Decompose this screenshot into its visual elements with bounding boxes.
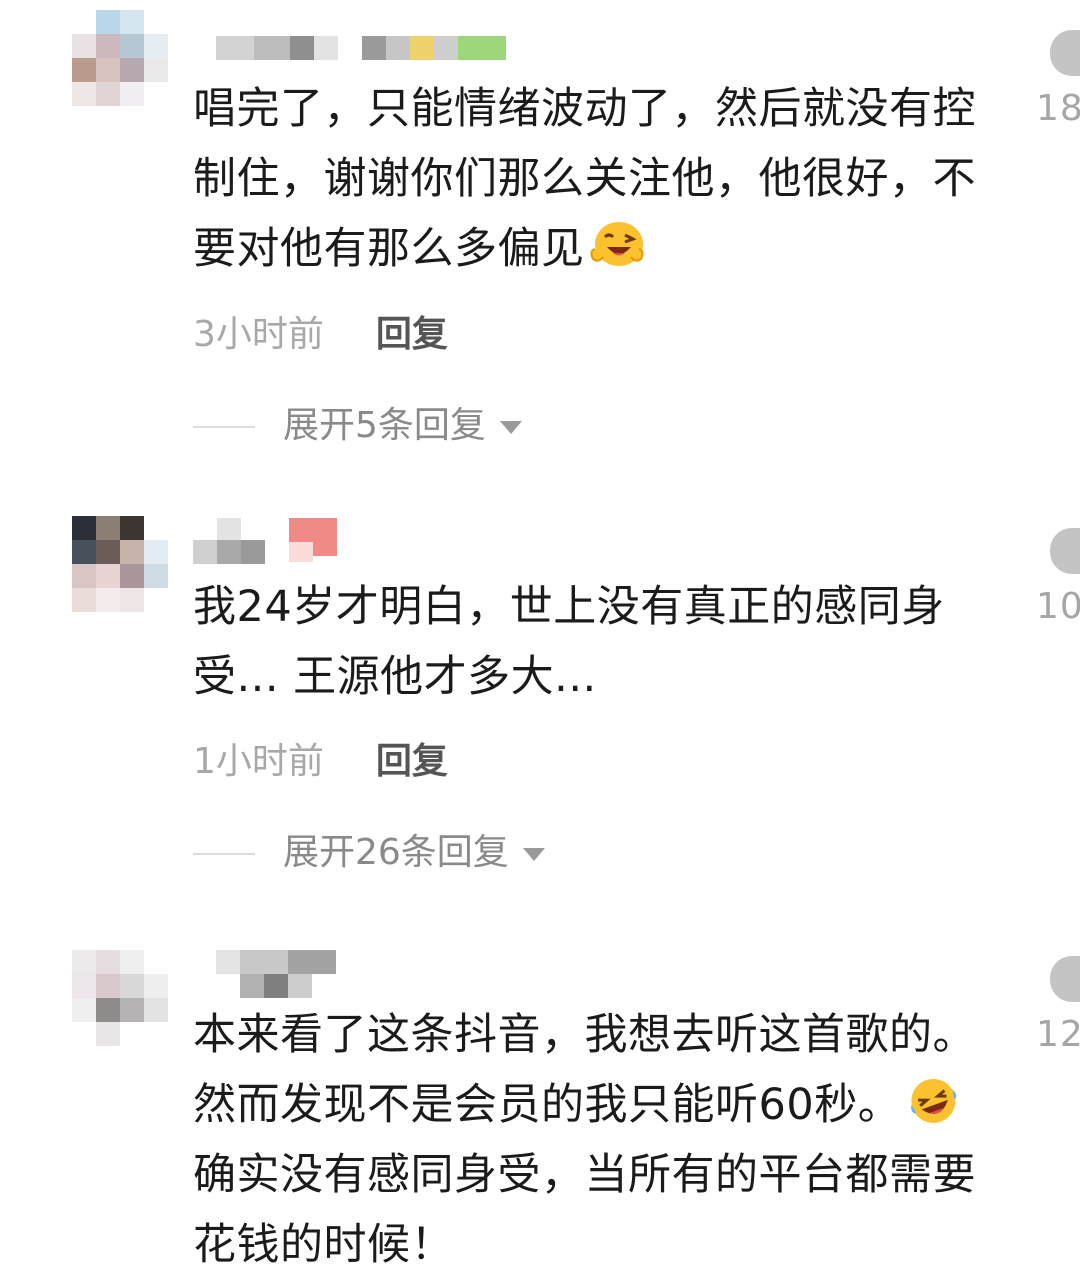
like-count: 10 xyxy=(1036,586,1080,627)
avatar[interactable] xyxy=(72,950,172,1050)
comment-meta: 3小时前 回复 xyxy=(193,313,448,357)
divider-line xyxy=(193,426,255,428)
comment-item: 唱完了，只能情绪波动了，然后就没有控制住，谢谢你们那么关注他，他很好，不要对他有… xyxy=(0,0,1080,500)
comment-text-part1: 本来看了这条抖音，我想去听这首歌的。然而发现不是会员的我只能听60秒。 xyxy=(193,1010,976,1130)
comment-time: 3小时前 xyxy=(193,314,324,355)
expand-replies-button[interactable]: 展开5条回复 xyxy=(193,404,522,448)
heart-icon xyxy=(1050,528,1080,574)
comment-meta: 1小时前 回复 xyxy=(193,740,448,784)
reply-button[interactable]: 回复 xyxy=(376,314,448,355)
like-count: 18 xyxy=(1036,88,1080,129)
rofl-emoji-icon xyxy=(903,1075,963,1125)
comment-item: 我24岁才明白，世上没有真正的感同身受... 王源他才多大... 1小时前 回复 … xyxy=(0,500,1080,930)
heart-icon xyxy=(1050,30,1080,76)
avatar[interactable] xyxy=(72,516,172,616)
comment-text-part2: 确实没有感同身受，当所有的平台都需要花钱的时候！ xyxy=(193,1150,976,1270)
username-blurred[interactable] xyxy=(216,36,506,60)
comment-item: 本来看了这条抖音，我想去听这首歌的。然而发现不是会员的我只能听60秒。确实没有感… xyxy=(0,930,1080,1285)
username-blurred[interactable] xyxy=(193,518,339,564)
expand-replies-label: 展开5条回复 xyxy=(283,405,486,446)
comment-text-content: 唱完了，只能情绪波动了，然后就没有控制住，谢谢你们那么关注他，他很好，不要对他有… xyxy=(193,84,976,274)
divider-line xyxy=(193,853,255,855)
expand-replies-label: 展开26条回复 xyxy=(283,832,509,873)
comment-time: 1小时前 xyxy=(193,741,324,782)
wink-emoji-icon xyxy=(587,219,647,269)
comment-text: 唱完了，只能情绪波动了，然后就没有控制住，谢谢你们那么关注他，他很好，不要对他有… xyxy=(193,74,983,294)
username-blurred[interactable] xyxy=(216,950,340,998)
caret-down-icon xyxy=(499,420,522,434)
caret-down-icon xyxy=(522,847,545,861)
reply-button[interactable]: 回复 xyxy=(376,741,448,782)
comment-text: 本来看了这条抖音，我想去听这首歌的。然而发现不是会员的我只能听60秒。确实没有感… xyxy=(193,1000,983,1285)
heart-icon xyxy=(1050,956,1080,1002)
like-count: 12 xyxy=(1036,1014,1080,1055)
comment-text: 我24岁才明白，世上没有真正的感同身受... 王源他才多大... xyxy=(193,582,945,702)
expand-replies-button[interactable]: 展开26条回复 xyxy=(193,831,545,875)
avatar[interactable] xyxy=(72,10,172,110)
